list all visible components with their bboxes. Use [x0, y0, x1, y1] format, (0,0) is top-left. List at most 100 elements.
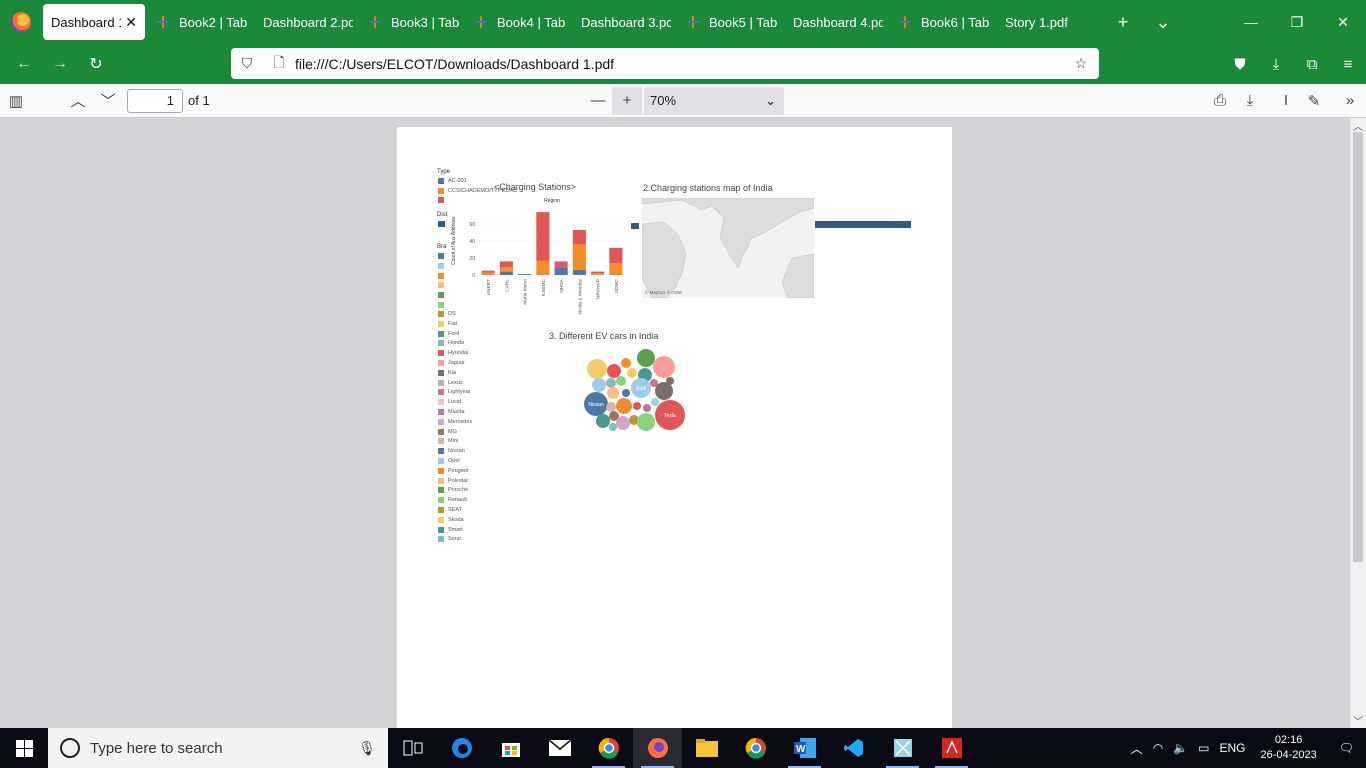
next-page-icon[interactable]: ﹀ — [93, 87, 123, 115]
bubble[interactable] — [616, 398, 632, 414]
bar-segment[interactable] — [499, 261, 513, 268]
reload-icon[interactable]: ↻ — [78, 48, 114, 80]
legend-brand-item[interactable] — [438, 272, 448, 279]
bubble[interactable] — [592, 378, 606, 392]
word-icon[interactable]: W — [780, 728, 829, 768]
sidebar-toggle-icon[interactable]: ▥ — [1, 87, 31, 115]
bar-segment[interactable] — [481, 272, 495, 275]
legend-brand-item[interactable] — [438, 253, 448, 259]
vscode-icon[interactable] — [829, 728, 878, 768]
legend-brand-item[interactable]: Porsche — [438, 487, 468, 494]
draw-pen-icon[interactable]: ✎ — [1299, 87, 1329, 115]
minimize-icon[interactable]: — — [1228, 0, 1274, 44]
legend-type-item[interactable] — [438, 197, 448, 203]
taskbar-search-box[interactable]: Type here to search 🎙 — [48, 728, 388, 768]
bubble[interactable] — [616, 416, 630, 430]
file-explorer-icon[interactable] — [682, 728, 731, 768]
legend-type-item[interactable]: AC-001 — [438, 178, 467, 184]
bar-segment[interactable] — [572, 269, 586, 275]
legend-brand-item[interactable]: Mercedes — [438, 418, 472, 425]
zoom-out-icon[interactable]: — — [583, 87, 613, 115]
bubble[interactable] — [621, 358, 631, 368]
bubble[interactable] — [637, 349, 655, 367]
vertical-scrollbar[interactable]: ︿ ﹀ — [1350, 118, 1366, 728]
india-map[interactable]: © Mapbox © OSM — [642, 198, 814, 298]
bar-segment[interactable] — [481, 270, 495, 273]
legend-brand-item[interactable]: Lightyear — [438, 389, 471, 396]
bar-segment[interactable] — [609, 247, 623, 264]
scroll-down-icon[interactable]: ﹀ — [1353, 713, 1363, 728]
volume-icon[interactable]: 🔈 — [1168, 741, 1193, 755]
bubble[interactable] — [633, 402, 641, 410]
bubble[interactable] — [643, 404, 651, 412]
bar-segment[interactable] — [591, 273, 605, 275]
edge-icon[interactable] — [437, 728, 486, 768]
bubble[interactable] — [651, 398, 659, 406]
restore-icon[interactable]: ❐ — [1274, 0, 1320, 44]
chrome-icon[interactable] — [584, 728, 633, 768]
tab-book4[interactable]: Book4 | Tableau Public — [467, 4, 573, 40]
bar-segment[interactable] — [536, 260, 550, 275]
bar-segment[interactable] — [572, 244, 586, 270]
snipping-tool-icon[interactable] — [878, 728, 927, 768]
legend-brand-item[interactable]: MG — [438, 428, 457, 435]
shield-icon[interactable]: ⛉ — [231, 55, 263, 72]
bar-segment[interactable] — [499, 271, 513, 275]
legend-brand-item[interactable]: Peugeot — [438, 467, 469, 474]
legend-brand-item[interactable]: Nissan — [438, 448, 465, 455]
bar-segment[interactable] — [591, 271, 605, 274]
legend-brand-item[interactable]: Renault — [438, 497, 467, 504]
bubble[interactable] — [637, 413, 655, 431]
bubble[interactable] — [606, 402, 616, 412]
new-tab-plus-icon[interactable]: + — [1103, 12, 1143, 33]
legend-brand-item[interactable]: Mini — [438, 438, 458, 445]
bar-segment[interactable] — [499, 267, 513, 272]
firefox-taskbar-icon[interactable] — [633, 728, 682, 768]
task-view-icon[interactable] — [388, 728, 437, 768]
chrome-icon-2[interactable] — [731, 728, 780, 768]
bubble[interactable] — [596, 414, 610, 428]
tab-dashboard-1[interactable]: Dashboard 1.pdf✕ — [43, 4, 145, 40]
tab-dashboard-4[interactable]: Dashboard 4.pdf — [785, 4, 891, 40]
scroll-up-icon[interactable]: ︿ — [1353, 118, 1363, 133]
tab-book5[interactable]: Book5 | Tableau Public — [679, 4, 785, 40]
legend-brand-item[interactable]: Sono — [438, 536, 461, 543]
legend-brand-item[interactable]: Polestar — [438, 477, 468, 484]
bubble[interactable] — [622, 389, 630, 397]
microphone-icon[interactable]: 🎙 — [358, 740, 376, 757]
bubble[interactable] — [607, 387, 619, 399]
legend-brand-item[interactable]: Lexus — [438, 379, 463, 386]
bar-segment[interactable] — [554, 267, 568, 275]
notifications-icon[interactable]: 🗨 — [1327, 741, 1366, 755]
legend-brand-item[interactable] — [438, 292, 448, 299]
bubble[interactable] — [587, 359, 607, 379]
legend-brand-item[interactable]: Ford — [438, 330, 459, 337]
acrobat-icon[interactable] — [927, 728, 976, 768]
legend-brand-item[interactable] — [438, 262, 448, 269]
extensions-icon[interactable]: ⧉ — [1294, 48, 1330, 80]
tab-book2[interactable]: Book2 | Tableau Public — [149, 4, 255, 40]
bubble[interactable] — [653, 356, 675, 378]
bubble[interactable] — [616, 376, 626, 386]
url-text[interactable]: file:///C:/Users/ELCOT/Downloads/Dashboa… — [295, 56, 614, 72]
legend-brand-item[interactable]: DS — [438, 311, 456, 317]
print-icon[interactable]: ⎙ — [1205, 87, 1235, 115]
legend-brand-item[interactable]: Hyundai — [438, 350, 468, 357]
menu-hamburger-icon[interactable]: ≡ — [1330, 48, 1366, 80]
clock[interactable]: 02:16 26-04-2023 — [1250, 733, 1326, 763]
legend-brand-item[interactable]: Skoda — [438, 516, 464, 523]
previous-page-icon[interactable]: ︿ — [63, 87, 93, 115]
bubble[interactable] — [655, 382, 673, 400]
bar-chart[interactable]: Region Count of Aux Address 0 20 40 60 ANERT CA… — [447, 193, 627, 323]
legend-brand-item[interactable] — [438, 302, 448, 308]
tab-story-1[interactable]: Story 1.pdf — [997, 4, 1103, 40]
legend-brand-item[interactable]: Opel — [438, 458, 460, 464]
downloads-icon[interactable]: ⤓ — [1258, 48, 1294, 80]
language-indicator[interactable]: ENG — [1214, 741, 1250, 755]
close-window-icon[interactable]: ✕ — [1320, 0, 1366, 44]
bar-segment[interactable] — [536, 212, 550, 261]
tab-dashboard-3[interactable]: Dashboard 3.pdf — [573, 4, 679, 40]
legend-brand-item[interactable]: Smart — [438, 526, 463, 533]
text-cursor-icon[interactable]: I — [1271, 87, 1301, 115]
bar-segment[interactable] — [609, 263, 623, 275]
